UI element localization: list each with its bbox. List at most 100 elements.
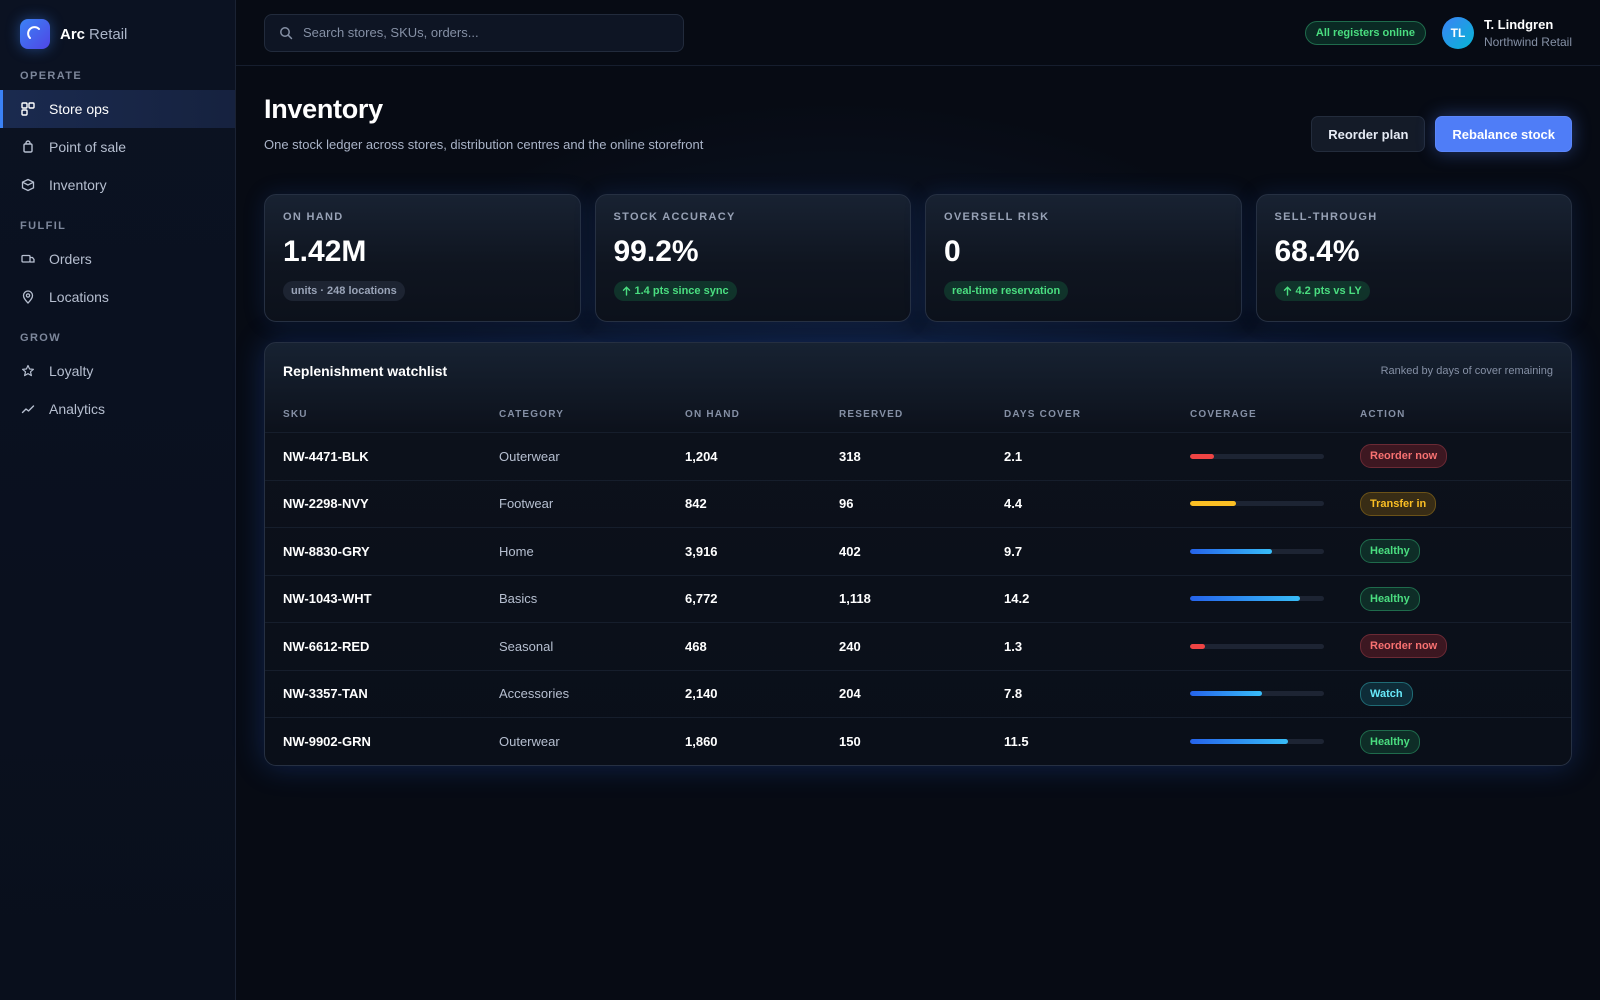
- arrow-up-icon: [1283, 286, 1292, 296]
- sidebar-item-inventory[interactable]: Inventory: [0, 166, 235, 204]
- reserved-cell: 240: [821, 622, 986, 671]
- action-cell: Watch: [1342, 670, 1571, 718]
- kpi-value: 68.4%: [1274, 235, 1360, 268]
- table-row[interactable]: NW-9902-GRN Outerwear 1,860 150 11.5 Healthy: [265, 718, 1571, 766]
- user-name: T. Lindgren: [1483, 17, 1554, 32]
- sidebar-item-label: Inventory: [49, 177, 107, 193]
- coverage-bar-fill: [1190, 453, 1215, 459]
- reorder-plan-button[interactable]: Reorder plan: [1311, 116, 1426, 152]
- table-row[interactable]: NW-2298-NVY Footwear 842 96 4.4 Transfer in: [265, 480, 1571, 528]
- column-header-action[interactable]: ACTION: [1342, 395, 1571, 433]
- category-cell: Seasonal: [481, 622, 667, 671]
- arrow-up-icon: [622, 286, 631, 296]
- star-icon: [20, 363, 36, 379]
- coverage-cell: [1172, 480, 1342, 528]
- table-row[interactable]: NW-1043-WHT Basics 6,772 1,118 14.2 Healthy: [265, 575, 1571, 623]
- on-hand-cell: 842: [667, 480, 821, 528]
- search-input[interactable]: [303, 25, 669, 40]
- column-header-sku[interactable]: SKU: [265, 395, 481, 433]
- sku-cell: NW-8830-GRY: [265, 527, 481, 576]
- sku-cell: NW-1043-WHT: [265, 575, 481, 623]
- kpi-card-stock-accuracy: STOCK ACCURACY 99.2% 1.4 pts since sync: [594, 194, 911, 322]
- column-header-reserved[interactable]: RESERVED: [821, 395, 986, 433]
- sidebar-item-loyalty[interactable]: Loyalty: [0, 352, 235, 390]
- action-cell: Transfer in: [1342, 480, 1571, 528]
- kpi-chip: 4.2 pts vs LY: [1274, 281, 1370, 301]
- action-badge[interactable]: Healthy: [1360, 586, 1420, 611]
- sidebar-item-store-ops[interactable]: Store ops: [0, 90, 235, 128]
- coverage-cell: [1172, 670, 1342, 718]
- rebalance-stock-button[interactable]: Rebalance stock: [1435, 116, 1572, 152]
- action-badge[interactable]: Reorder now: [1360, 634, 1448, 659]
- action-badge[interactable]: Watch: [1360, 681, 1413, 706]
- coverage-bar: [1190, 501, 1324, 507]
- kpi-card-on-hand: ON HAND 1.42M units · 248 locations: [264, 194, 581, 322]
- sidebar-item-orders[interactable]: Orders: [0, 240, 235, 278]
- sidebar-item-label: Loyalty: [49, 363, 94, 379]
- on-hand-cell: 2,140: [667, 670, 821, 718]
- coverage-bar: [1190, 596, 1324, 602]
- column-header-category[interactable]: CATEGORY: [481, 395, 667, 433]
- register-status-badge: All registers online: [1304, 21, 1426, 45]
- days-cover-cell: 14.2: [986, 575, 1172, 623]
- trend-icon: [20, 401, 36, 417]
- column-header-coverage[interactable]: COVERAGE: [1172, 395, 1342, 433]
- coverage-bar-fill: [1190, 501, 1236, 507]
- column-header-days-cover[interactable]: DAYS COVER: [986, 395, 1172, 433]
- user-org: Northwind Retail: [1483, 35, 1572, 49]
- kpi-chip-text: units · 248 locations: [291, 285, 397, 297]
- coverage-bar: [1190, 739, 1324, 744]
- table-row[interactable]: NW-8830-GRY Home 3,916 402 9.7 Healthy: [265, 527, 1571, 576]
- column-header-on-hand[interactable]: ON HAND: [667, 395, 821, 433]
- topbar: All registers online TL T. Lindgren Nort…: [236, 0, 1600, 66]
- nav-section-grow: GROW: [20, 332, 62, 344]
- category-cell: Outerwear: [499, 734, 560, 749]
- action-badge[interactable]: Healthy: [1360, 539, 1420, 564]
- kpi-label: OVERSELL RISK: [944, 211, 1050, 223]
- card-title: Replenishment watchlist: [283, 363, 448, 379]
- category-cell: Footwear: [481, 480, 667, 528]
- brand-name: Arc: [60, 25, 86, 43]
- table-row[interactable]: NW-3357-TAN Accessories 2,140 204 7.8 Watch: [265, 670, 1571, 718]
- action-badge[interactable]: Healthy: [1360, 729, 1420, 754]
- category-cell: Accessories: [481, 670, 667, 718]
- sku-cell: NW-2298-NVY: [265, 480, 481, 528]
- days-cover-cell: 4.4: [986, 480, 1172, 528]
- table-row[interactable]: NW-4471-BLK Outerwear 1,204 318 2.1 Reorder n…: [265, 432, 1571, 481]
- sidebar-item-point-of-sale[interactable]: Point of sale: [0, 128, 235, 166]
- days-cover-cell: 11.5: [1004, 734, 1029, 749]
- action-cell: Healthy: [1342, 718, 1571, 766]
- nav-section-operate: OPERATE: [20, 70, 83, 82]
- kpi-chip: 1.4 pts since sync: [613, 281, 737, 301]
- reserved-cell: 402: [821, 527, 986, 576]
- kpi-card-sell-through: SELL-THROUGH 68.4% 4.2 pts vs LY: [1255, 194, 1572, 322]
- on-hand-cell: 1,860: [685, 734, 718, 749]
- arc-logo-icon: [20, 19, 50, 49]
- action-badge[interactable]: Reorder now: [1360, 444, 1448, 469]
- user-info[interactable]: T. Lindgren Northwind Retail: [1484, 17, 1572, 49]
- box-icon: [20, 177, 36, 193]
- store-ops-icon: [20, 101, 36, 117]
- action-badge[interactable]: Transfer in: [1360, 491, 1437, 516]
- coverage-bar-fill: [1190, 643, 1205, 649]
- avatar[interactable]: TL: [1441, 17, 1474, 49]
- table-row[interactable]: NW-6612-RED Seasonal 468 240 1.3 Reorder now: [265, 622, 1571, 671]
- search-bar[interactable]: [264, 13, 684, 52]
- category-cell: Basics: [481, 575, 667, 623]
- brand[interactable]: Arc Retail: [0, 18, 235, 50]
- kpi-label: ON HAND: [283, 211, 344, 223]
- coverage-bar: [1190, 643, 1324, 649]
- coverage-bar-fill: [1190, 739, 1288, 744]
- sidebar-item-locations[interactable]: Locations: [0, 278, 235, 316]
- page-header: Inventory One stock ledger across stores…: [264, 94, 1572, 172]
- sidebar-item-analytics[interactable]: Analytics: [0, 390, 235, 428]
- topbar-right: All registers online TL T. Lindgren Nort…: [1304, 0, 1572, 66]
- card-note: Ranked by days of cover remaining: [1380, 365, 1553, 377]
- action-cell: Healthy: [1342, 575, 1571, 623]
- map-pin-icon: [20, 289, 36, 305]
- kpi-chip-text: real-time reservation: [952, 285, 1061, 297]
- kpi-chip: real-time reservation: [944, 281, 1069, 301]
- days-cover-cell: 1.3: [986, 622, 1172, 671]
- kpi-chip-text: 4.2 pts vs LY: [1295, 285, 1362, 297]
- on-hand-cell: 3,916: [667, 527, 821, 576]
